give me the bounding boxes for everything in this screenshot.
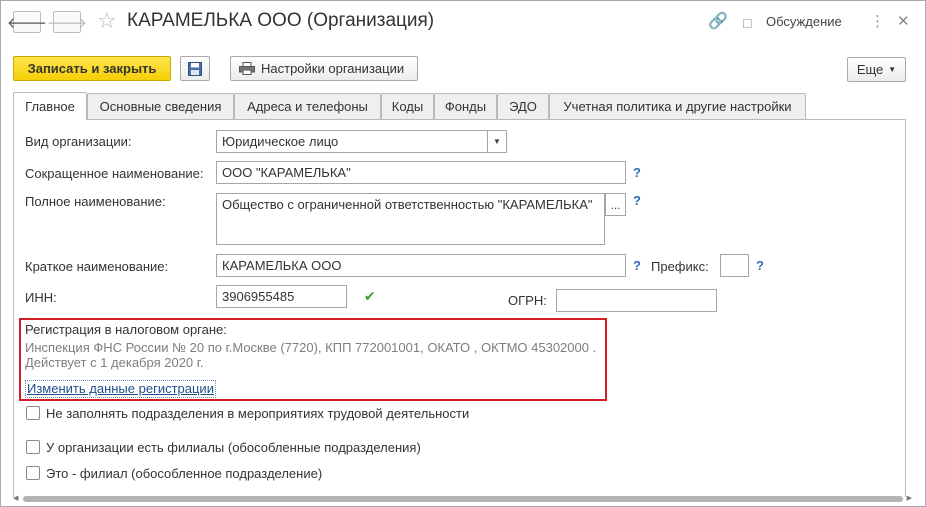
ellipsis-icon: ... (610, 197, 621, 212)
no-subdivisions-label: Не заполнять подразделения в мероприятия… (46, 406, 470, 421)
tab-main[interactable]: Главное (13, 92, 87, 120)
arrow-left-icon: 🡐 (6, 14, 48, 32)
inn-input[interactable]: 3906955485 (216, 285, 347, 308)
tax-registration-title: Регистрация в налоговом органе: (25, 322, 227, 337)
more-vertical-icon[interactable]: ⋮ (870, 12, 885, 32)
tab-edo[interactable]: ЭДО (497, 93, 549, 119)
full-name-edit-button[interactable]: ... (605, 193, 626, 216)
chevron-down-icon: ▼ (493, 137, 501, 146)
back-button[interactable]: 🡐 (7, 11, 47, 33)
save-button[interactable] (180, 56, 210, 81)
has-branches-label: У организации есть филиалы (обособленные… (46, 440, 421, 455)
save-and-close-button[interactable]: Записать и закрыть (13, 56, 171, 81)
ogrn-label: ОГРН: (508, 293, 547, 308)
brief-name-help[interactable]: ? (633, 258, 641, 274)
prefix-input[interactable] (720, 254, 749, 277)
tab-addresses-phones[interactable]: Адреса и телефоны (234, 93, 381, 119)
full-name-label: Полное наименование: (25, 194, 166, 209)
more-button[interactable]: Еще ▼ (847, 57, 906, 82)
tab-funds[interactable]: Фонды (434, 93, 497, 119)
more-label: Еще (856, 62, 884, 77)
arrow-right-icon: 🡒 (46, 14, 88, 32)
printer-icon (239, 62, 255, 75)
brief-name-label: Краткое наименование: (25, 259, 169, 274)
is-branch-label: Это - филиал (обособленное подразделение… (46, 466, 323, 481)
link-icon[interactable]: 🔗 (708, 12, 728, 32)
scrollbar-thumb[interactable] (23, 496, 903, 502)
discussion-icon[interactable]: □ (743, 13, 751, 33)
change-registration-link[interactable]: Изменить данные регистрации (25, 380, 216, 398)
short-name-label: Сокращенное наименование: (25, 166, 204, 181)
full-name-help[interactable]: ? (633, 193, 641, 209)
scroll-left-icon[interactable]: ◀ (13, 494, 18, 504)
organization-settings-label: Настройки организации (261, 61, 405, 76)
valid-check-icon: ✔ (364, 288, 376, 304)
tax-registration-details: Инспекция ФНС России № 20 по г.Москве (7… (25, 340, 597, 355)
scroll-right-icon[interactable]: ▶ (907, 494, 912, 504)
org-type-label: Вид организации: (25, 134, 132, 149)
floppy-disk-icon (188, 61, 202, 76)
tab-codes[interactable]: Коды (381, 93, 434, 119)
has-branches-checkbox[interactable] (26, 440, 40, 454)
brief-name-input[interactable]: КАРАМЕЛЬКА ООО (216, 254, 626, 277)
is-branch-checkbox[interactable] (26, 466, 40, 480)
favorite-star-icon[interactable]: ☆ (97, 8, 117, 34)
organization-settings-button[interactable]: Настройки организации (230, 56, 418, 81)
tax-registration-date: Действует с 1 декабря 2020 г. (25, 355, 204, 370)
discussion-button[interactable]: Обсуждение (766, 13, 842, 31)
prefix-help[interactable]: ? (756, 258, 764, 274)
short-name-help[interactable]: ? (633, 165, 641, 181)
tab-accounting-policy[interactable]: Учетная политика и другие настройки (549, 93, 806, 119)
short-name-input[interactable]: ООО "КАРАМЕЛЬКА" (216, 161, 626, 184)
full-name-input[interactable]: Общество с ограниченной ответственностью… (216, 193, 605, 245)
close-icon[interactable]: ✕ (897, 12, 910, 32)
page-title: КАРАМЕЛЬКА ООО (Организация) (127, 10, 435, 31)
horizontal-scrollbar[interactable]: ◀ ▶ (13, 495, 912, 503)
inn-label: ИНН: (25, 290, 57, 305)
prefix-label: Префикс: (651, 259, 709, 274)
org-type-select[interactable]: Юридическое лицо (216, 130, 488, 153)
tab-basic-info[interactable]: Основные сведения (87, 93, 234, 119)
forward-button[interactable]: 🡒 (47, 11, 87, 33)
chevron-down-icon: ▼ (888, 65, 897, 74)
ogrn-input[interactable] (556, 289, 717, 312)
no-subdivisions-checkbox[interactable] (26, 406, 40, 420)
org-type-dropdown-button[interactable]: ▼ (487, 130, 507, 153)
